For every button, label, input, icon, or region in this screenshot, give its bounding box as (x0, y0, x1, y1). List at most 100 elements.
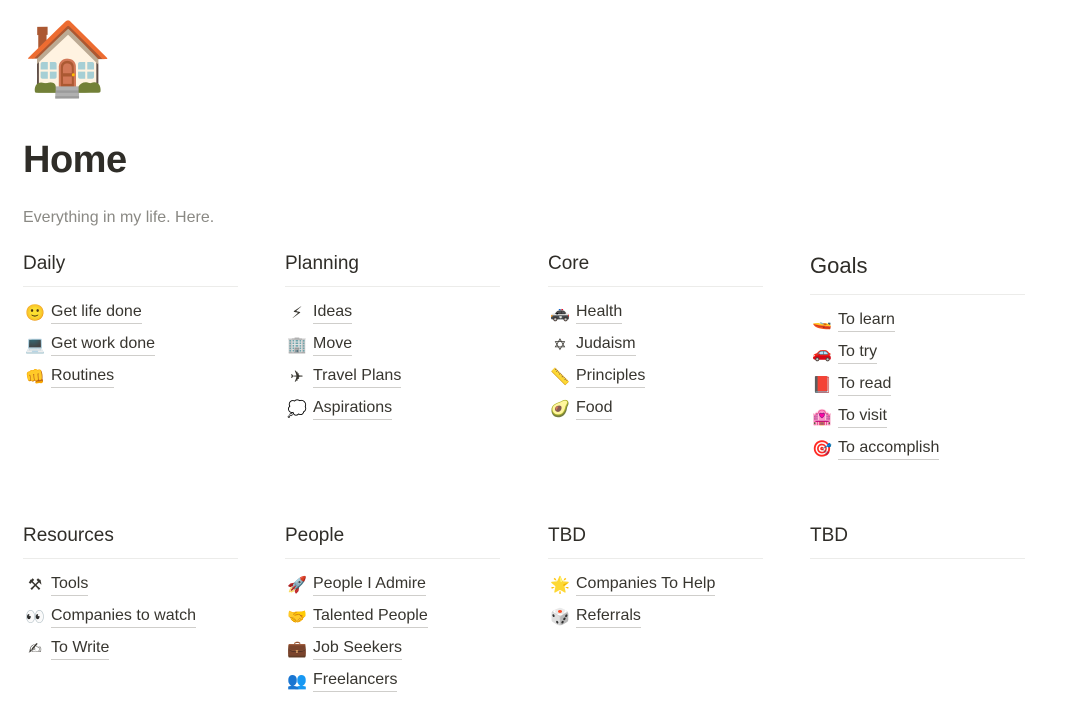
page-link-label[interactable]: Travel Plans (313, 366, 402, 388)
laptop-icon: 💻 (25, 335, 45, 354)
section-planning: Planning ⚡ Ideas 🏢 Move ✈ Travel Plans 💭 Aspira… (285, 251, 500, 425)
glowing-star-icon: 🌟 (550, 575, 570, 594)
page-link[interactable]: 👀 Companies to watch (23, 601, 238, 633)
page-link-label[interactable]: To try (838, 342, 878, 364)
section-heading[interactable]: Goals (810, 251, 1025, 295)
page-link[interactable]: 👊 Routines (23, 361, 238, 393)
page-link-label[interactable]: Tools (51, 574, 89, 596)
section-people: People 🚀 People I Admire 🤝 Talented People 💼… (285, 523, 500, 697)
page-link-label[interactable]: To Write (51, 638, 110, 660)
page-link[interactable]: 🏢 Move (285, 329, 500, 361)
page-link[interactable]: 🌟 Companies To Help (548, 569, 763, 601)
target-icon: 🎯 (812, 439, 832, 458)
page-link[interactable]: ✡ Judaism (548, 329, 763, 361)
page-link-label[interactable]: People I Admire (313, 574, 426, 596)
page-link[interactable]: 🎲 Referrals (548, 601, 763, 633)
section-daily: Daily 🙂 Get life done 💻 Get work done 👊 Routi… (23, 251, 238, 393)
link-list: 🚤 To learn 🚗 To try 📕 To read 🏩 To visit 🎯 To acc… (810, 305, 1025, 465)
section-heading[interactable]: TBD (810, 523, 1025, 559)
page-link[interactable]: 👥 Freelancers (285, 665, 500, 697)
link-list: 🙂 Get life done 💻 Get work done 👊 Routines (23, 297, 238, 393)
link-list: ⚡ Ideas 🏢 Move ✈ Travel Plans 💭 Aspirations (285, 297, 500, 425)
page-link[interactable]: ✍ To Write (23, 633, 238, 665)
link-list: 🚀 People I Admire 🤝 Talented People 💼 Job See… (285, 569, 500, 697)
red-book-icon: 📕 (812, 375, 832, 394)
page-link-label[interactable]: To accomplish (838, 438, 940, 460)
link-list: 🚓 Health ✡ Judaism 📏 Principles 🥑 Food (548, 297, 763, 425)
section-heading[interactable]: Core (548, 251, 763, 287)
page-link-label[interactable]: To read (838, 374, 892, 396)
page-link-label[interactable]: To learn (838, 310, 895, 332)
house-icon[interactable]: 🏠 (23, 18, 113, 98)
page-link[interactable]: 💭 Aspirations (285, 393, 500, 425)
building-heart-icon: 🏩 (812, 407, 832, 426)
page-link-label[interactable]: To visit (838, 406, 887, 428)
hammer-pick-icon: ⚒ (27, 575, 43, 594)
page-link-label[interactable]: Companies to watch (51, 606, 196, 628)
section-resources: Resources ⚒ Tools 👀 Companies to watch ✍ To W… (23, 523, 238, 665)
thought-bubble-icon: 💭 (287, 399, 307, 418)
page-link-label[interactable]: Principles (576, 366, 646, 388)
page-link-label[interactable]: Routines (51, 366, 115, 388)
page-link[interactable]: 🏩 To visit (810, 401, 1025, 433)
page-link-label[interactable]: Move (313, 334, 353, 356)
page-link[interactable]: ⚒ Tools (23, 569, 238, 601)
section-heading[interactable]: Resources (23, 523, 238, 559)
section-heading[interactable]: Planning (285, 251, 500, 287)
page-link-label[interactable]: Freelancers (313, 670, 398, 692)
page-link-label[interactable]: Get work done (51, 334, 156, 356)
page-link-label[interactable]: Job Seekers (313, 638, 402, 660)
airplane-icon: ✈ (290, 367, 304, 386)
page-subtitle[interactable]: Everything in my life. Here. (23, 207, 214, 229)
building-icon: 🏢 (287, 335, 307, 354)
page-link-label[interactable]: Food (576, 398, 613, 420)
page-link-label[interactable]: Judaism (576, 334, 636, 356)
page-link[interactable]: 🚓 Health (548, 297, 763, 329)
section-tbd-2: TBD (810, 523, 1025, 569)
page-link[interactable]: 🎯 To accomplish (810, 433, 1025, 465)
dice-icon: 🎲 (550, 607, 570, 626)
section-goals: Goals 🚤 To learn 🚗 To try 📕 To read 🏩 To visit 🎯… (810, 251, 1025, 465)
section-heading[interactable]: Daily (23, 251, 238, 287)
smiley-icon: 🙂 (25, 303, 45, 322)
ambulance-icon: 🚓 (550, 303, 570, 322)
page-link[interactable]: ✈ Travel Plans (285, 361, 500, 393)
page-link-label[interactable]: Companies To Help (576, 574, 716, 596)
ruler-icon: 📏 (550, 367, 570, 386)
page-link[interactable]: 📏 Principles (548, 361, 763, 393)
star-of-david-icon: ✡ (553, 335, 567, 354)
page-link[interactable]: 🚗 To try (810, 337, 1025, 369)
writing-hand-icon: ✍ (28, 639, 42, 658)
eyes-icon: 👀 (25, 607, 45, 626)
page-link-label[interactable]: Referrals (576, 606, 641, 628)
page-link[interactable]: 📕 To read (810, 369, 1025, 401)
section-tbd-1: TBD 🌟 Companies To Help 🎲 Referrals (548, 523, 763, 633)
page: 🏠 Home Everything in my life. Here. Dail… (23, 0, 1083, 717)
page-link-label[interactable]: Get life done (51, 302, 142, 324)
page-link[interactable]: 🤝 Talented People (285, 601, 500, 633)
link-list: ⚒ Tools 👀 Companies to watch ✍ To Write (23, 569, 238, 665)
page-link-label[interactable]: Ideas (313, 302, 353, 324)
page-link[interactable]: 💼 Job Seekers (285, 633, 500, 665)
briefcase-icon: 💼 (287, 639, 307, 658)
page-link[interactable]: 💻 Get work done (23, 329, 238, 361)
speedboat-icon: 🚤 (812, 311, 832, 330)
page-link[interactable]: 🙂 Get life done (23, 297, 238, 329)
avocado-icon: 🥑 (550, 399, 570, 418)
lightning-icon: ⚡ (291, 303, 303, 322)
fist-icon: 👊 (25, 367, 45, 386)
page-link-label[interactable]: Health (576, 302, 623, 324)
people-icon: 👥 (287, 671, 307, 690)
section-core: Core 🚓 Health ✡ Judaism 📏 Principles 🥑 Food (548, 251, 763, 425)
page-link[interactable]: 🚀 People I Admire (285, 569, 500, 601)
section-heading[interactable]: TBD (548, 523, 763, 559)
section-heading[interactable]: People (285, 523, 500, 559)
handshake-icon: 🤝 (287, 607, 307, 626)
page-title[interactable]: Home (23, 136, 127, 184)
link-list: 🌟 Companies To Help 🎲 Referrals (548, 569, 763, 633)
page-link-label[interactable]: Talented People (313, 606, 428, 628)
page-link-label[interactable]: Aspirations (313, 398, 393, 420)
page-link[interactable]: ⚡ Ideas (285, 297, 500, 329)
page-link[interactable]: 🚤 To learn (810, 305, 1025, 337)
page-link[interactable]: 🥑 Food (548, 393, 763, 425)
